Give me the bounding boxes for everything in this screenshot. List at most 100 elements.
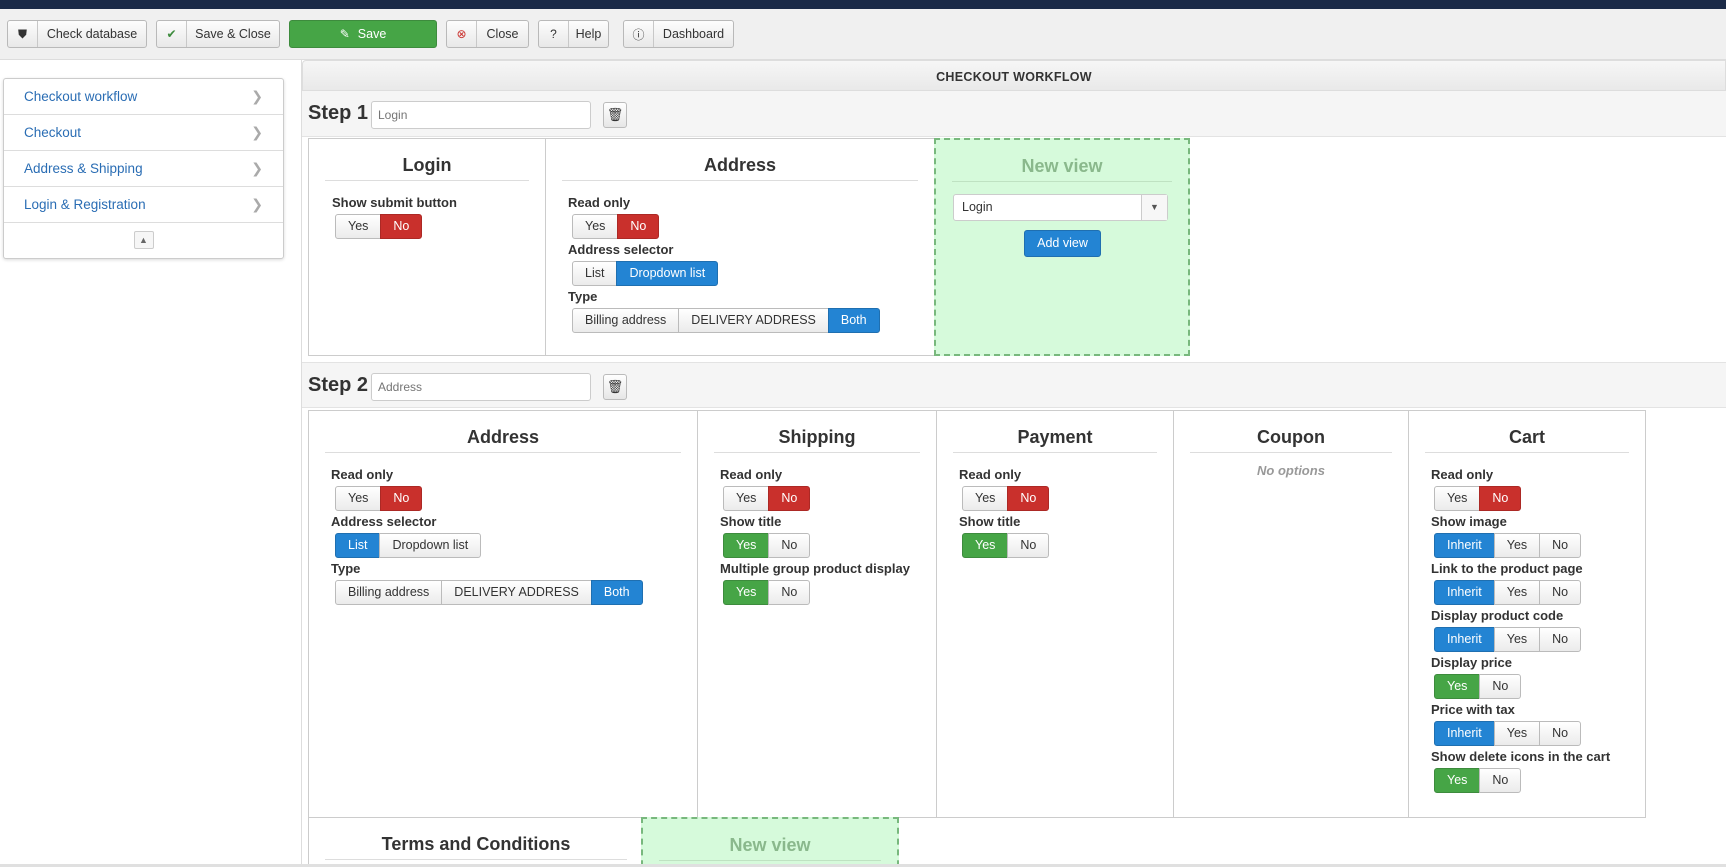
option-label: Show title bbox=[720, 514, 782, 529]
toolbar: ⛊ Check database ✔ Save & Close ✎ Save ⊗… bbox=[0, 9, 1726, 60]
save-button[interactable]: ✎ Save bbox=[289, 20, 437, 48]
no-option[interactable]: No bbox=[1539, 721, 1582, 746]
both-option[interactable]: Both bbox=[827, 308, 880, 333]
card-title: New view bbox=[952, 156, 1172, 182]
sidebar-collapse: ▲ bbox=[4, 223, 283, 256]
option-label: Display price bbox=[1431, 655, 1512, 670]
option-label: Read only bbox=[1431, 467, 1494, 482]
no-option[interactable]: No bbox=[1007, 486, 1050, 511]
yes-option[interactable]: Yes bbox=[962, 533, 1009, 558]
dropdown-option[interactable]: Dropdown list bbox=[616, 261, 719, 286]
no-option[interactable]: No bbox=[1479, 674, 1522, 699]
no-option[interactable]: No bbox=[1539, 580, 1582, 605]
option-label: Show delete icons in the cart bbox=[1431, 749, 1611, 764]
yes-option[interactable]: Yes bbox=[1493, 533, 1541, 558]
chevron-right-icon: ❯ bbox=[251, 196, 263, 212]
no-option[interactable]: No bbox=[617, 214, 660, 239]
step-2-cart-card: Cart Read only Yes No Show image Inherit… bbox=[1408, 410, 1646, 818]
close-button[interactable]: ⊗ Close bbox=[446, 20, 529, 48]
list-option[interactable]: List bbox=[572, 261, 618, 286]
trash-icon[interactable]: 🗑 bbox=[603, 374, 627, 400]
no-option[interactable]: No bbox=[768, 533, 811, 558]
trash-icon[interactable]: 🗑 bbox=[603, 102, 627, 128]
yes-option[interactable]: Yes bbox=[723, 533, 770, 558]
read-only-toggle: Yes No bbox=[1434, 486, 1522, 511]
option-label: Type bbox=[331, 561, 361, 576]
card-title: New view bbox=[659, 835, 881, 861]
no-option[interactable]: No bbox=[1479, 768, 1522, 793]
list-option[interactable]: List bbox=[335, 533, 381, 558]
option-label: Read only bbox=[331, 467, 394, 482]
address-selector-toggle: List Dropdown list bbox=[335, 533, 482, 558]
dropdown-option[interactable]: Dropdown list bbox=[379, 533, 482, 558]
top-bar bbox=[0, 0, 1726, 9]
shield-icon: ⛊ bbox=[8, 21, 38, 47]
edit-icon: ✎ bbox=[339, 27, 350, 41]
step-1-login-card: Login Show submit button Yes No bbox=[308, 138, 546, 356]
yes-option[interactable]: Yes bbox=[1493, 580, 1541, 605]
sidebar-item-address-shipping[interactable]: Address & Shipping ❯ bbox=[4, 151, 283, 187]
yes-option[interactable]: Yes bbox=[962, 486, 1009, 511]
inherit-option[interactable]: Inherit bbox=[1434, 627, 1495, 652]
save-close-button[interactable]: ✔ Save & Close bbox=[156, 20, 280, 48]
option-label: Display product code bbox=[1431, 608, 1564, 623]
no-option[interactable]: No bbox=[1539, 627, 1582, 652]
no-option[interactable]: No bbox=[380, 486, 423, 511]
collapse-icon[interactable]: ▲ bbox=[133, 230, 154, 249]
yes-option[interactable]: Yes bbox=[1493, 721, 1541, 746]
yes-option[interactable]: Yes bbox=[1434, 674, 1481, 699]
no-option[interactable]: No bbox=[768, 486, 811, 511]
show-title-toggle: Yes No bbox=[723, 533, 811, 558]
step-2-header: Step 2 🗑 bbox=[302, 362, 1726, 408]
address-type-toggle: Billing address DELIVERY ADDRESS Both bbox=[335, 580, 643, 605]
check-database-button[interactable]: ⛊ Check database bbox=[7, 20, 147, 48]
checkmark-icon: ✔ bbox=[157, 21, 187, 47]
option-label: Multiple group product display bbox=[720, 561, 910, 576]
inherit-option[interactable]: Inherit bbox=[1434, 721, 1495, 746]
yes-option[interactable]: Yes bbox=[335, 486, 382, 511]
both-option[interactable]: Both bbox=[590, 580, 643, 605]
no-option[interactable]: No bbox=[380, 214, 423, 239]
dashboard-button[interactable]: ⓘ Dashboard bbox=[623, 20, 734, 48]
billing-option[interactable]: Billing address bbox=[572, 308, 680, 333]
step-1-name-input[interactable] bbox=[371, 101, 591, 129]
main-panel: CHECKOUT WORKFLOW Step 1 🗑 Login Show su… bbox=[302, 60, 1726, 867]
billing-option[interactable]: Billing address bbox=[335, 580, 443, 605]
yes-option[interactable]: Yes bbox=[335, 214, 382, 239]
option-label: Read only bbox=[568, 195, 631, 210]
option-label: Type bbox=[568, 289, 598, 304]
help-button[interactable]: ? Help bbox=[538, 20, 609, 48]
option-label: Address selector bbox=[331, 514, 437, 529]
option-label: Show title bbox=[959, 514, 1021, 529]
delivery-option[interactable]: DELIVERY ADDRESS bbox=[678, 308, 829, 333]
no-option[interactable]: No bbox=[768, 580, 811, 605]
yes-option[interactable]: Yes bbox=[572, 214, 619, 239]
delete-icons-toggle: Yes No bbox=[1434, 768, 1522, 793]
read-only-toggle: Yes No bbox=[335, 486, 423, 511]
sidebar-item-checkout-workflow[interactable]: Checkout workflow ❯ bbox=[4, 79, 283, 115]
option-label: Read only bbox=[720, 467, 783, 482]
yes-option[interactable]: Yes bbox=[723, 486, 770, 511]
card-title: Terms and Conditions bbox=[325, 834, 627, 860]
yes-option[interactable]: Yes bbox=[1434, 486, 1481, 511]
add-view-button[interactable]: Add view bbox=[1024, 230, 1101, 257]
delivery-option[interactable]: DELIVERY ADDRESS bbox=[441, 580, 592, 605]
sidebar-item-checkout[interactable]: Checkout ❯ bbox=[4, 115, 283, 151]
no-option[interactable]: No bbox=[1479, 486, 1522, 511]
step-1-address-card: Address Read only Yes No Address selecto… bbox=[545, 138, 935, 356]
no-option[interactable]: No bbox=[1539, 533, 1582, 558]
no-option[interactable]: No bbox=[1007, 533, 1050, 558]
step-2-name-input[interactable] bbox=[371, 373, 591, 401]
inherit-option[interactable]: Inherit bbox=[1434, 533, 1495, 558]
inherit-option[interactable]: Inherit bbox=[1434, 580, 1495, 605]
card-title: Address bbox=[325, 427, 681, 453]
view-select[interactable]: Login ▼ bbox=[953, 194, 1168, 221]
step-2-payment-card: Payment Read only Yes No Show title Yes … bbox=[936, 410, 1174, 818]
step-2-shipping-card: Shipping Read only Yes No Show title Yes… bbox=[697, 410, 937, 818]
step-2-terms-card: Terms and Conditions bbox=[308, 817, 644, 867]
yes-option[interactable]: Yes bbox=[1493, 627, 1541, 652]
option-label: Show submit button bbox=[332, 195, 457, 210]
yes-option[interactable]: Yes bbox=[1434, 768, 1481, 793]
sidebar-item-login-registration[interactable]: Login & Registration ❯ bbox=[4, 187, 283, 223]
yes-option[interactable]: Yes bbox=[723, 580, 770, 605]
